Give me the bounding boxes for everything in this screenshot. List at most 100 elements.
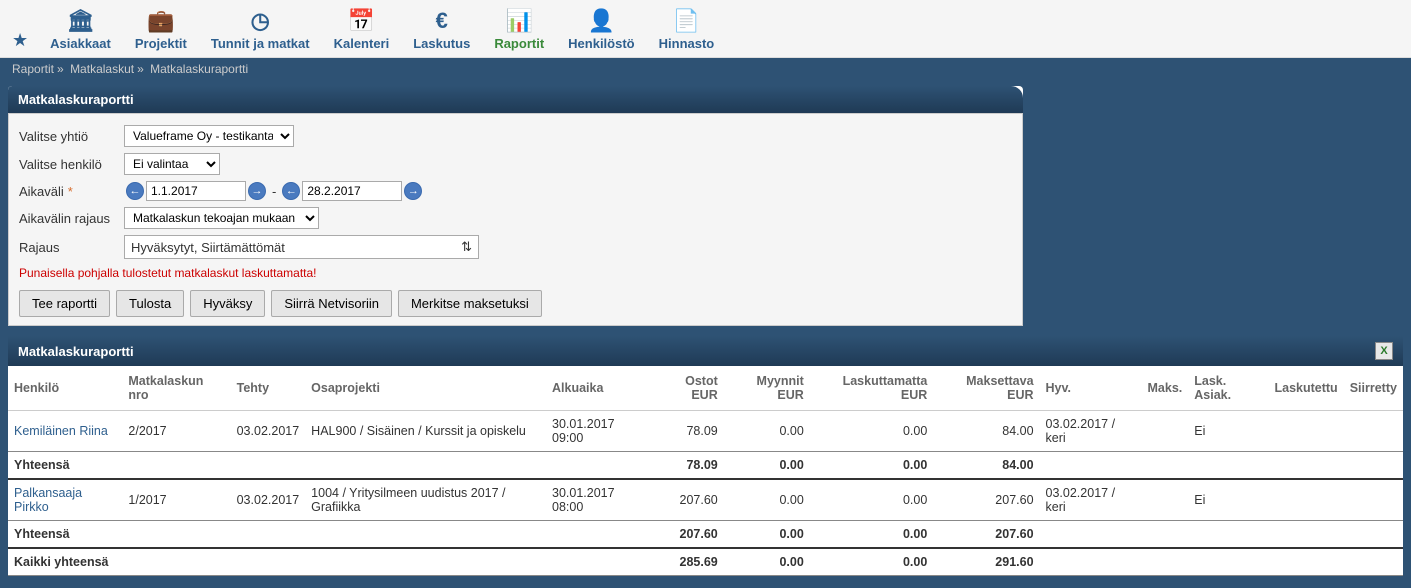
cell: 0.00 [810, 479, 934, 521]
panel-title: Matkalaskuraportti [8, 86, 1023, 113]
col-start[interactable]: Alkuaika [546, 366, 652, 411]
person-link[interactable]: Palkansaaja Pirkko [14, 486, 82, 514]
date-prev-icon[interactable]: ← [282, 182, 300, 200]
col-subproj[interactable]: Osaprojekti [305, 366, 546, 411]
date-to-input[interactable] [302, 181, 402, 201]
filter-panel: Matkalaskuraportti Valitse yhtiö Valuefr… [8, 86, 1023, 326]
cell [1344, 479, 1403, 521]
limit-select[interactable]: Matkalaskun tekoajan mukaan [124, 207, 319, 229]
cell: 03.02.2017 [231, 479, 306, 521]
bank-icon: 🏛 [50, 8, 111, 34]
cell: 03.02.2017 / keri [1040, 479, 1142, 521]
cell: Ei [1188, 411, 1268, 452]
cell: 1004 / Yritysilmeen uudistus 2017 / Graf… [305, 479, 546, 521]
person-link[interactable]: Kemiläinen Riina [14, 424, 108, 438]
filter-select[interactable]: Hyväksytyt, Siirtämättömät ⇅ [124, 235, 479, 259]
nav-laskutus[interactable]: €Laskutus [401, 4, 482, 57]
col-billed[interactable]: Laskutettu [1268, 366, 1343, 411]
clock-icon: ◷ [211, 8, 310, 34]
cell [1142, 411, 1189, 452]
document-icon: 📄 [659, 8, 715, 34]
cell: 2/2017 [122, 411, 230, 452]
col-unbilled[interactable]: Laskuttamatta EUR [810, 366, 934, 411]
updown-icon: ⇅ [461, 239, 472, 255]
breadcrumb-item: Matkalaskuraportti [150, 62, 248, 76]
table-row: Palkansaaja Pirkko 1/2017 03.02.2017 100… [8, 479, 1403, 521]
cell: 78.09 [652, 411, 724, 452]
top-nav: ★ 🏛Asiakkaat 💼Projektit ◷Tunnit ja matka… [0, 0, 1411, 58]
nav-asiakkaat[interactable]: 🏛Asiakkaat [38, 4, 123, 57]
print-button[interactable]: Tulosta [116, 290, 184, 317]
limit-label: Aikavälin rajaus [19, 211, 124, 226]
cell: 30.01.2017 08:00 [546, 479, 652, 521]
col-payable[interactable]: Maksettava EUR [933, 366, 1039, 411]
cell [1344, 411, 1403, 452]
warning-text: Punaisella pohjalla tulostetut matkalask… [19, 262, 1012, 284]
cell [1268, 479, 1343, 521]
col-buy[interactable]: Ostot EUR [652, 366, 724, 411]
transfer-netvisor-button[interactable]: Siirrä Netvisoriin [271, 290, 392, 317]
person-icon: 👤 [568, 8, 634, 34]
cell: 207.60 [652, 479, 724, 521]
chart-icon: 📊 [494, 8, 544, 34]
cell: 0.00 [724, 411, 810, 452]
mark-paid-button[interactable]: Merkitse maksetuksi [398, 290, 542, 317]
period-label: Aikaväli* [19, 184, 124, 199]
cell: 30.01.2017 09:00 [546, 411, 652, 452]
breadcrumb: Raportit» Matkalaskut» Matkalaskuraportt… [0, 58, 1411, 80]
cell: 03.02.2017 / keri [1040, 411, 1142, 452]
cell: 207.60 [933, 479, 1039, 521]
subtotal-label: Yhteensä [8, 521, 122, 549]
cell: 0.00 [724, 479, 810, 521]
period-separator: - [272, 184, 276, 199]
breadcrumb-item[interactable]: Raportit [12, 62, 54, 76]
nav-raportit[interactable]: 📊Raportit [482, 4, 556, 57]
euro-icon: € [413, 8, 470, 34]
breadcrumb-item[interactable]: Matkalaskut [70, 62, 134, 76]
cell [1142, 479, 1189, 521]
subtotal-row: Yhteensä 207.60 0.00 0.00 207.60 [8, 521, 1403, 549]
person-select[interactable]: Ei valintaa [124, 153, 220, 175]
cell: Ei [1188, 479, 1268, 521]
make-report-button[interactable]: Tee raportti [19, 290, 110, 317]
col-billcust[interactable]: Lask. Asiak. [1188, 366, 1268, 411]
favorites-star-icon[interactable]: ★ [8, 30, 38, 57]
date-from-input[interactable] [146, 181, 246, 201]
nav-henkilosto[interactable]: 👤Henkilöstö [556, 4, 646, 57]
col-nro[interactable]: Matkalaskun nro [122, 366, 230, 411]
report-table: Henkilö Matkalaskun nro Tehty Osaprojekt… [8, 366, 1403, 576]
cell: 03.02.2017 [231, 411, 306, 452]
col-sell[interactable]: Myynnit EUR [724, 366, 810, 411]
nav-hinnasto[interactable]: 📄Hinnasto [647, 4, 727, 57]
date-next-icon[interactable]: → [404, 182, 422, 200]
subtotal-row: Yhteensä 78.09 0.00 0.00 84.00 [8, 452, 1403, 480]
table-row: Kemiläinen Riina 2/2017 03.02.2017 HAL90… [8, 411, 1403, 452]
company-label: Valitse yhtiö [19, 129, 124, 144]
nav-tunnit-ja-matkat[interactable]: ◷Tunnit ja matkat [199, 4, 322, 57]
cell: HAL900 / Sisäinen / Kurssit ja opiskelu [305, 411, 546, 452]
date-next-icon[interactable]: → [248, 182, 266, 200]
col-person[interactable]: Henkilö [8, 366, 122, 411]
subtotal-label: Yhteensä [8, 452, 122, 480]
col-appr[interactable]: Hyv. [1040, 366, 1142, 411]
export-excel-icon[interactable]: X [1375, 342, 1393, 360]
col-paid[interactable]: Maks. [1142, 366, 1189, 411]
filter-label: Rajaus [19, 240, 124, 255]
grandtotal-label: Kaikki yhteensä [8, 548, 122, 576]
approve-button[interactable]: Hyväksy [190, 290, 265, 317]
cell: 1/2017 [122, 479, 230, 521]
nav-projektit[interactable]: 💼Projektit [123, 4, 199, 57]
company-select[interactable]: Valueframe Oy - testikanta! [124, 125, 294, 147]
col-transf[interactable]: Siirretty [1344, 366, 1403, 411]
person-label: Valitse henkilö [19, 157, 124, 172]
report-title: Matkalaskuraportti [18, 344, 134, 359]
cell [1268, 411, 1343, 452]
col-made[interactable]: Tehty [231, 366, 306, 411]
nav-kalenteri[interactable]: 📅Kalenteri [322, 4, 402, 57]
date-prev-icon[interactable]: ← [126, 182, 144, 200]
report-panel: Matkalaskuraportti X Henkilö Matkalaskun… [8, 336, 1403, 576]
cell: 84.00 [933, 411, 1039, 452]
calendar-icon: 📅 [334, 8, 390, 34]
cell: 0.00 [810, 411, 934, 452]
briefcase-icon: 💼 [135, 8, 187, 34]
